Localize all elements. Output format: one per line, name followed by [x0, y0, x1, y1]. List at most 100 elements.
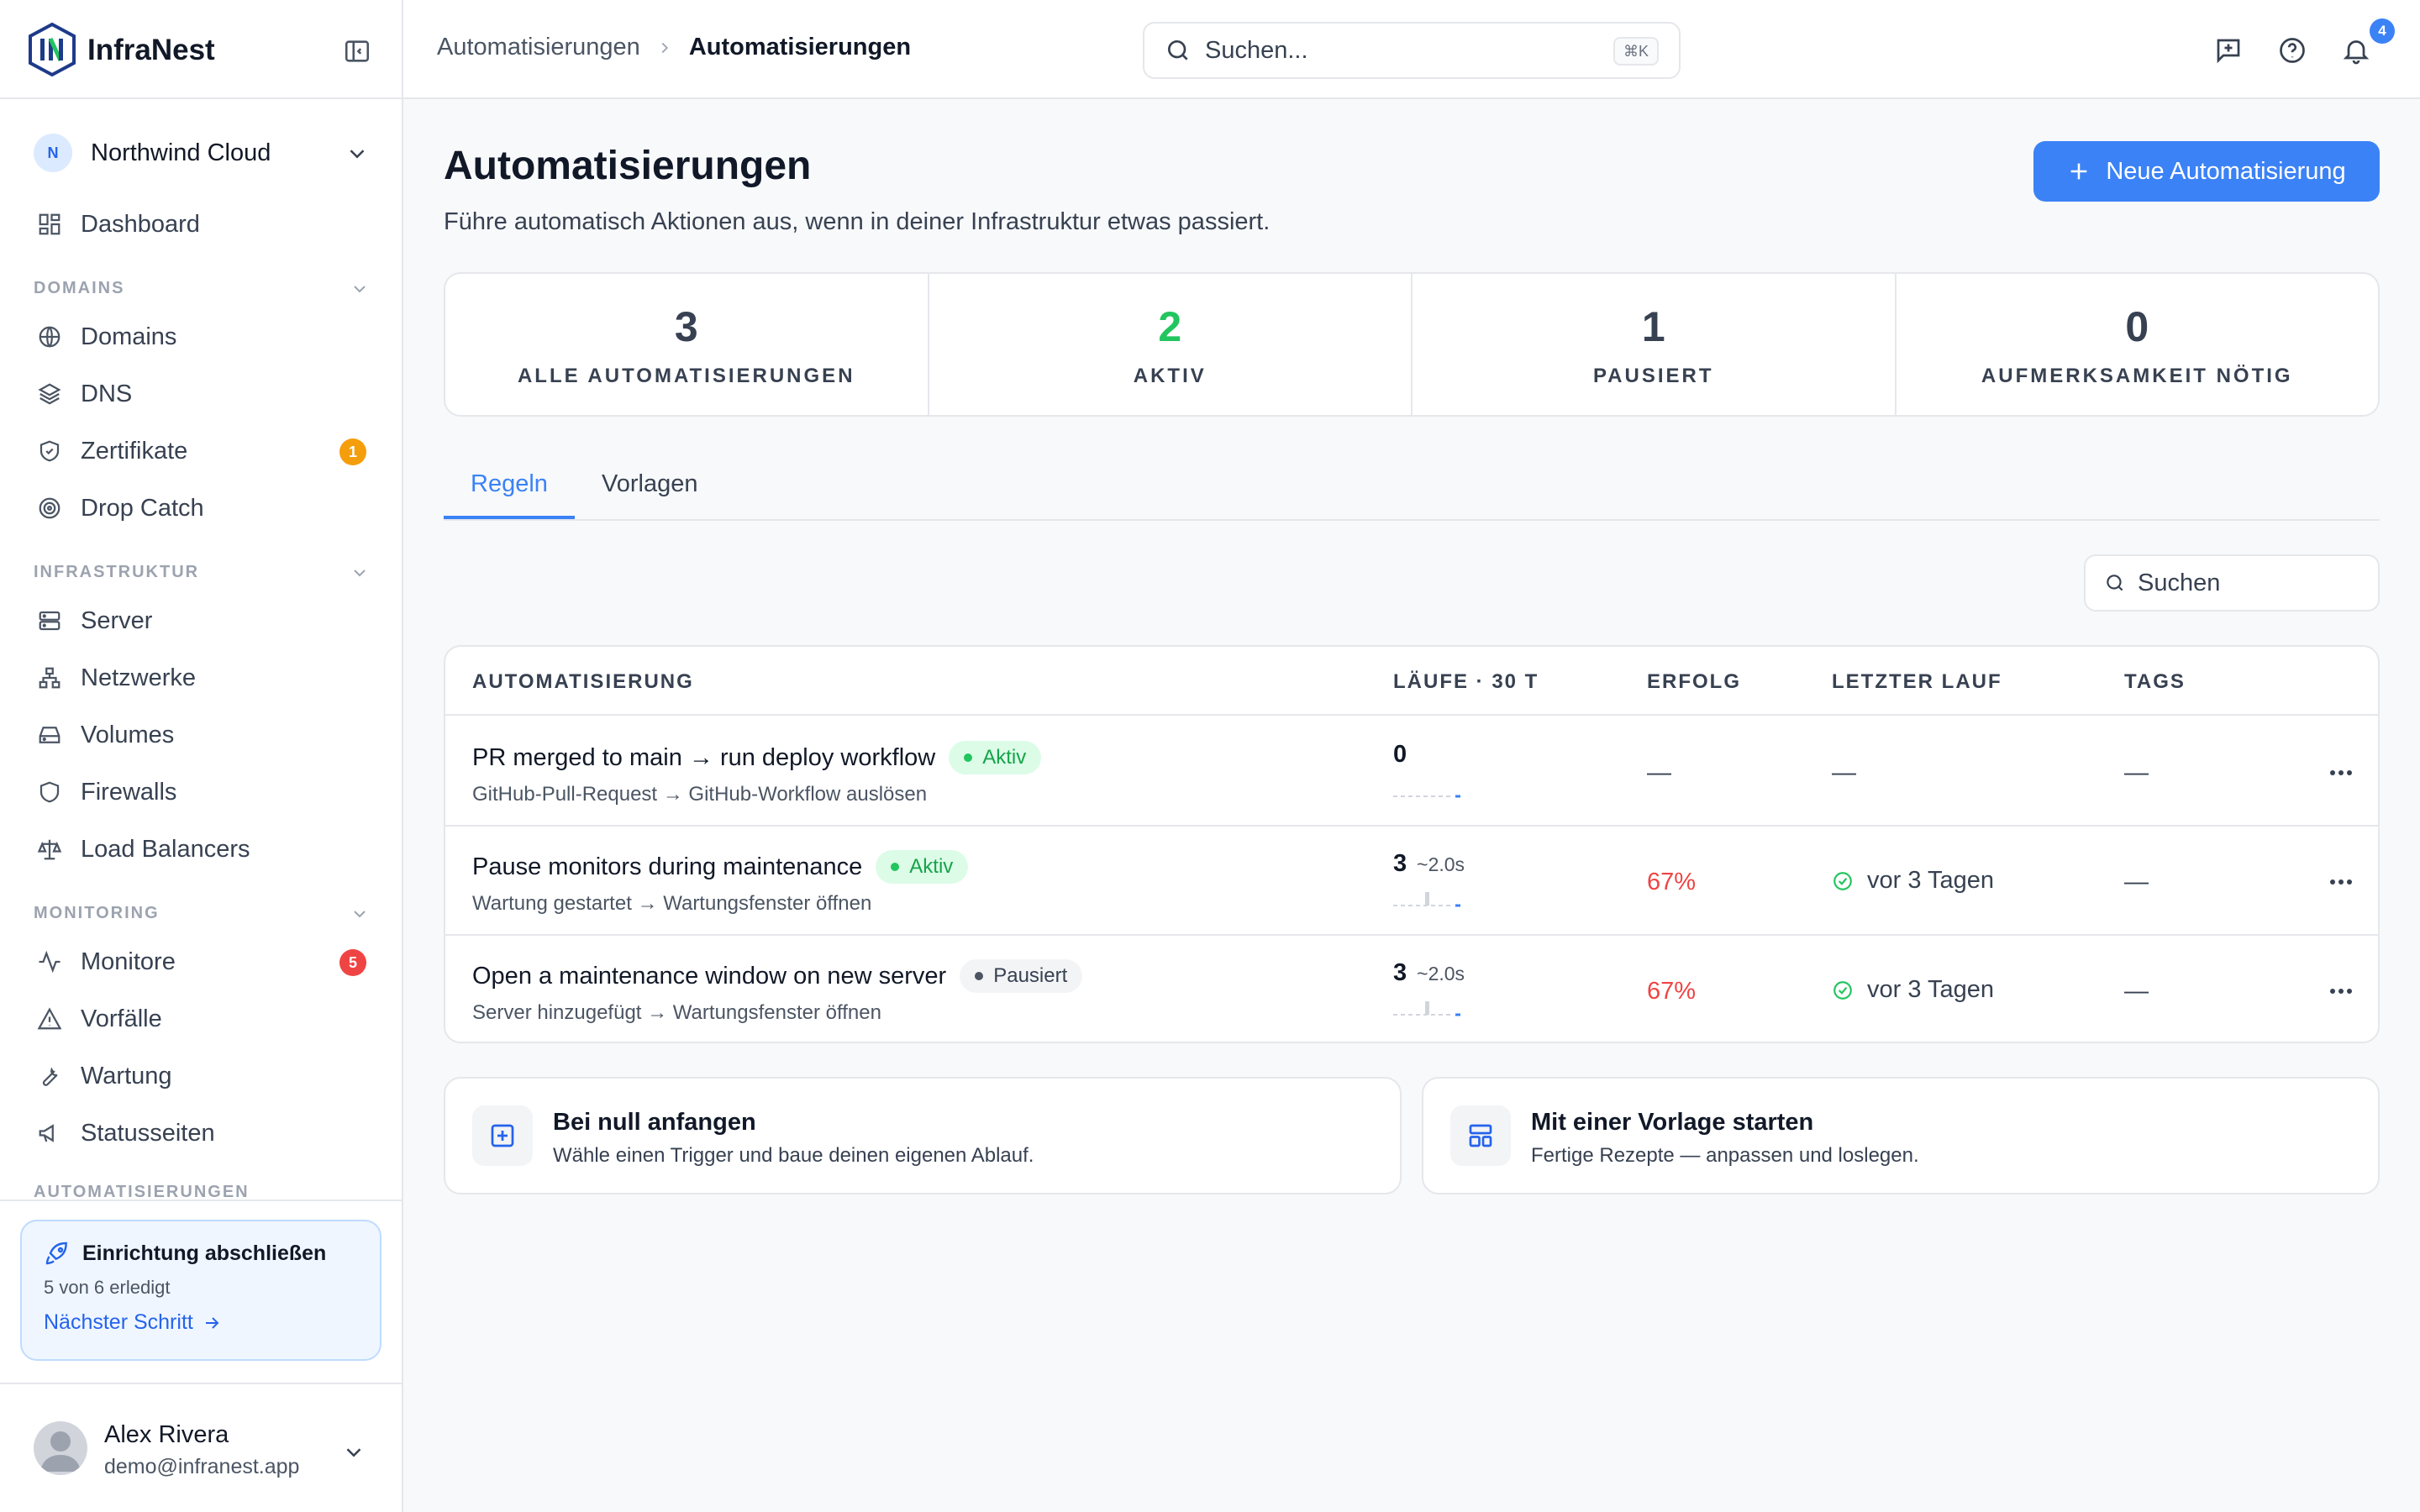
sidebar-item-label: DNS — [81, 380, 133, 407]
section-label: INFRASTRUKTUR — [34, 562, 200, 581]
tags: — — [2124, 759, 2149, 786]
run-count-value: 3 — [1393, 850, 1407, 877]
sidebar-item-dns[interactable]: DNS — [35, 373, 371, 415]
status-dot — [964, 753, 973, 762]
section-header-infrastructure[interactable]: INFRASTRUKTUR — [34, 559, 370, 585]
sidebar-item-domains[interactable]: Domains — [35, 316, 371, 358]
more-actions-icon[interactable] — [2328, 764, 2354, 781]
table-row[interactable]: Open a maintenance window on new server … — [445, 936, 2378, 1042]
bell-icon[interactable] — [2341, 35, 2371, 66]
setup-card[interactable]: Einrichtung abschließen 5 von 6 erledigt… — [20, 1220, 381, 1361]
sidebar-item-dashboard[interactable]: Dashboard — [35, 203, 371, 245]
stat-label: AKTIV — [1133, 365, 1207, 387]
column-header-tags[interactable]: TAGS — [2124, 670, 2186, 694]
chevron-down-icon — [345, 141, 370, 166]
automation-title: PR merged to main → run deploy workflow … — [472, 741, 1042, 774]
table-row[interactable]: Pause monitors during maintenance Aktiv … — [445, 827, 2378, 936]
sidebar-item-label: Server — [81, 606, 153, 634]
collapse-sidebar-icon[interactable] — [343, 37, 371, 66]
column-header-success[interactable]: ERFOLG — [1647, 670, 1741, 694]
tab-templates[interactable]: Vorlagen — [602, 470, 698, 498]
org-switcher[interactable]: N Northwind Cloud — [34, 133, 370, 173]
activity-icon — [35, 948, 64, 976]
stat-label: AUFMERKSAMKEIT NÖTIG — [1981, 365, 2293, 387]
target-icon — [35, 494, 64, 522]
section-header-monitoring[interactable]: MONITORING — [34, 900, 370, 926]
notification-count-badge: 4 — [2370, 18, 2395, 44]
stat-all[interactable]: 3 ALLE AUTOMATISIERUNGEN — [445, 274, 929, 415]
tab-rules[interactable]: Regeln — [471, 470, 548, 498]
cta-subtitle: Wähle einen Trigger und baue deinen eige… — [553, 1144, 1034, 1167]
avg-duration: ~2.0s — [1417, 963, 1465, 984]
runs-sparkline — [1393, 1001, 1460, 1016]
sidebar-item-load-balancers[interactable]: Load Balancers — [35, 828, 371, 870]
wrench-icon — [35, 1062, 64, 1090]
dashboard-icon — [35, 210, 64, 239]
column-header-last-run[interactable]: LETZTER LAUF — [1832, 670, 2002, 694]
sidebar-item-label: Zertifikate — [81, 437, 188, 465]
brand-header: InfraNest — [0, 0, 402, 99]
sidebar-item-volumes[interactable]: Volumes — [35, 714, 371, 756]
sidebar-item-server[interactable]: Server — [35, 600, 371, 642]
status-badge: Pausiert — [960, 959, 1083, 993]
sidebar-item-netzwerke[interactable]: Netzwerke — [35, 657, 371, 699]
sidebar-item-zertifikate[interactable]: Zertifikate 1 — [35, 430, 371, 472]
next-step-link[interactable]: Nächster Schritt — [44, 1310, 222, 1335]
automation-name: Open a maintenance window on new server — [472, 962, 947, 990]
automation-search-input[interactable] — [2138, 569, 2356, 597]
topbar: Automatisierungen Automatisierungen ⌘K 4 — [403, 0, 2420, 99]
status-label: Aktiv — [909, 855, 954, 878]
megaphone-icon — [35, 1119, 64, 1147]
section-header-automation[interactable]: AUTOMATISIERUNGEN — [34, 1183, 370, 1201]
sidebar-item-drop-catch[interactable]: Drop Catch — [35, 487, 371, 529]
section-header-domains[interactable]: DOMAINS — [34, 276, 370, 301]
runs-sparkline — [1393, 892, 1460, 907]
success-rate: 67% — [1647, 869, 1697, 895]
stat-attention[interactable]: 0 AUFMERKSAMKEIT NÖTIG — [1897, 274, 2379, 415]
sidebar-item-vorfaelle[interactable]: Vorfälle — [35, 998, 371, 1040]
new-automation-button[interactable]: Neue Automatisierung — [2033, 141, 2380, 202]
layers-icon — [35, 380, 64, 408]
next-step-label: Nächster Schritt — [44, 1310, 193, 1334]
stat-active[interactable]: 2 AKTIV — [929, 274, 1413, 415]
column-header-runs[interactable]: LÄUFE · 30 T — [1393, 670, 1539, 694]
last-run-label: vor 3 Tagen — [1867, 976, 1995, 1003]
alert-count-badge: 5 — [339, 949, 366, 976]
help-icon[interactable] — [2277, 35, 2307, 66]
keyboard-shortcut-hint: ⌘K — [1612, 37, 1659, 66]
cta-title: Mit einer Vorlage starten — [1531, 1109, 1814, 1136]
column-header-automation[interactable]: AUTOMATISIERUNG — [472, 670, 694, 694]
infranest-logo-icon[interactable] — [27, 22, 77, 77]
tags: — — [2124, 869, 2149, 895]
global-search[interactable]: ⌘K — [1143, 22, 1681, 79]
hard-drive-icon — [35, 721, 64, 749]
start-from-scratch-card[interactable]: Bei null anfangen Wähle einen Trigger un… — [444, 1077, 1402, 1194]
search-icon — [1165, 37, 1192, 64]
new-automation-label: Neue Automatisierung — [2106, 157, 2346, 185]
run-count: 3 ~2.0s — [1393, 850, 1465, 878]
list-search[interactable] — [2084, 554, 2380, 612]
more-actions-icon[interactable] — [2328, 874, 2354, 890]
page-title: Automatisierungen — [444, 144, 812, 188]
globe-icon — [35, 323, 64, 351]
sidebar-item-firewalls[interactable]: Firewalls — [35, 771, 371, 813]
sidebar-item-label: Vorfälle — [81, 1005, 162, 1032]
more-actions-icon[interactable] — [2328, 983, 2354, 1000]
user-menu[interactable]: Alex Rivera demo@infranest.app — [0, 1383, 402, 1512]
global-search-input[interactable] — [1205, 36, 1575, 65]
divider — [0, 1200, 402, 1201]
chevron-down-icon — [350, 563, 370, 583]
arrow-right-icon — [202, 1313, 222, 1333]
feedback-icon[interactable] — [2213, 35, 2244, 66]
sidebar-item-wartung[interactable]: Wartung — [35, 1055, 371, 1097]
stat-value: 1 — [1641, 303, 1665, 350]
table-row[interactable]: PR merged to main → run deploy workflow … — [445, 717, 2378, 827]
sidebar-item-monitore[interactable]: Monitore 5 — [35, 941, 371, 983]
breadcrumb-current: Automatisierungen — [688, 34, 912, 60]
network-icon — [35, 664, 64, 692]
breadcrumb-item-automations[interactable]: Automatisierungen — [437, 34, 640, 61]
start-from-template-card[interactable]: Mit einer Vorlage starten Fertige Rezept… — [1422, 1077, 2380, 1194]
success-rate: 67% — [1647, 978, 1697, 1005]
sidebar-item-statusseiten[interactable]: Statusseiten — [35, 1112, 371, 1154]
stat-paused[interactable]: 1 PAUSIERT — [1413, 274, 1897, 415]
